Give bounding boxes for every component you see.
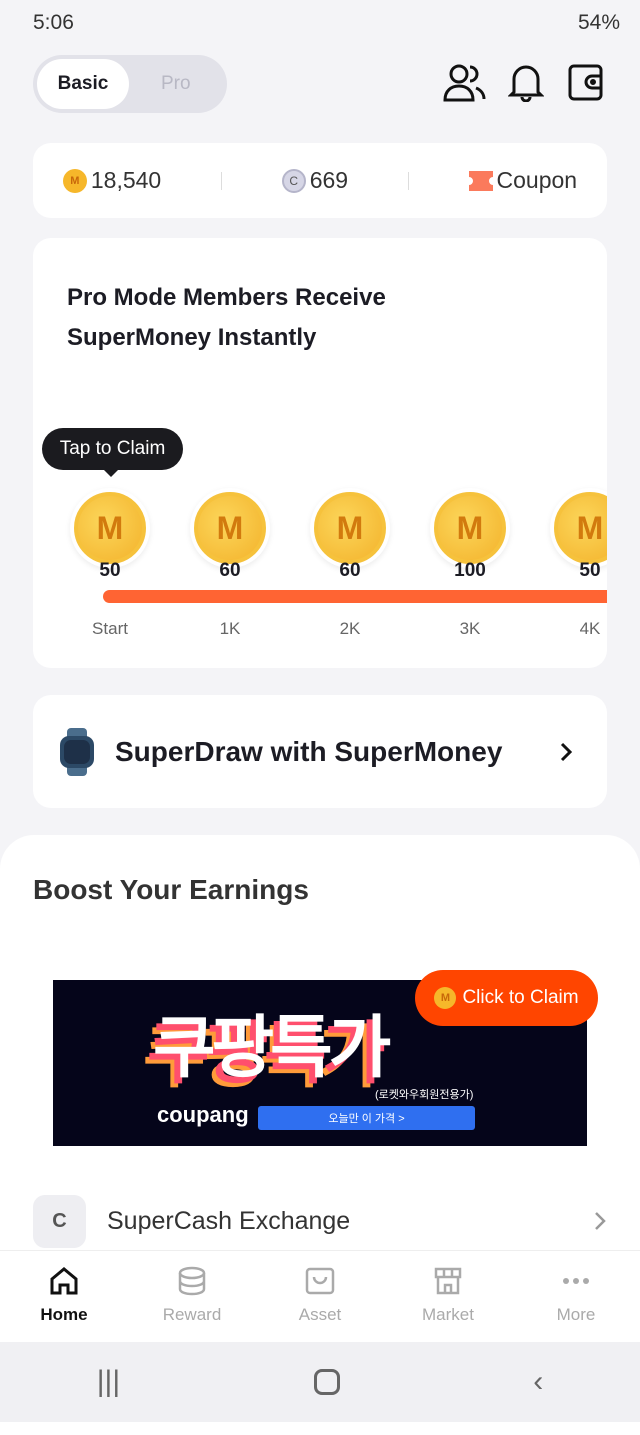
more-icon: [563, 1278, 589, 1284]
status-time: 5:06: [33, 11, 74, 34]
milestone-coin[interactable]: M: [70, 488, 150, 568]
nav-more[interactable]: More: [512, 1251, 640, 1342]
banner-subtitle: (로켓와우회원전용가): [375, 1089, 474, 1101]
supercash-amount: 669: [309, 167, 349, 193]
bottom-nav: Home Reward Asset Market More: [0, 1250, 640, 1342]
milestone-value: 50: [99, 560, 121, 581]
milestone-value: 100: [454, 560, 486, 581]
asset-icon: [305, 1267, 335, 1295]
pro-title: Pro Mode Members Receive SuperMoney Inst…: [67, 284, 386, 351]
nav-label: More: [556, 1305, 596, 1324]
exchange-label: SuperCash Exchange: [107, 1206, 351, 1235]
status-battery: 54%: [577, 11, 620, 34]
supercash-exchange-row[interactable]: C SuperCash Exchange: [33, 1194, 607, 1248]
pro-rewards-card: Pro Mode Members Receive SuperMoney Inst…: [33, 238, 607, 668]
supermoney-coin-icon: M: [74, 492, 146, 564]
supermoney-coin-icon: M: [194, 492, 266, 564]
supermoney-balance[interactable]: M 18,540: [62, 167, 162, 194]
milestone-coin[interactable]: M: [310, 488, 390, 568]
supermoney-amount: 18,540: [90, 167, 162, 193]
milestone-label: 3K: [459, 619, 481, 638]
supercash-coin-icon: C: [281, 168, 306, 193]
milestone-label: 1K: [219, 619, 241, 638]
wallet-icon[interactable]: [568, 64, 604, 102]
supermoney-coin-icon: M: [62, 168, 87, 193]
chevron-right-icon: [560, 742, 573, 761]
coupon-icon: [468, 170, 493, 191]
nav-reward[interactable]: Reward: [128, 1251, 256, 1342]
coupon-label: Coupon: [496, 167, 578, 193]
chevron-right-icon: [595, 1212, 606, 1230]
tap-to-claim-tooltip[interactable]: Tap to Claim: [42, 428, 183, 477]
friends-icon[interactable]: [443, 62, 487, 102]
boost-title: Boost Your Earnings: [33, 874, 309, 905]
supercash-balance[interactable]: C 669: [281, 167, 349, 194]
nav-label: Reward: [162, 1305, 222, 1324]
nav-home[interactable]: Home: [0, 1251, 128, 1342]
coupang-logo: coupang: [157, 1102, 249, 1127]
mode-basic[interactable]: Basic: [37, 59, 129, 109]
exchange-icon: C: [33, 1194, 86, 1248]
mode-pro[interactable]: Pro: [161, 73, 191, 95]
superdraw-label: SuperDraw with SuperMoney: [115, 735, 503, 767]
mode-toggle[interactable]: Basic Pro: [33, 55, 227, 113]
balance-card: M 18,540 C 669 Coupon: [33, 143, 607, 218]
milestone-coin[interactable]: M: [550, 488, 607, 568]
milestone-coin[interactable]: M: [430, 488, 510, 568]
back-button[interactable]: ‹: [533, 1365, 543, 1399]
divider: [407, 171, 409, 190]
nav-asset[interactable]: Asset: [256, 1251, 384, 1342]
supermoney-coin-icon: M: [314, 492, 386, 564]
nav-label: Asset: [298, 1305, 342, 1324]
bell-icon[interactable]: [508, 62, 544, 102]
progress-bar: [103, 590, 607, 603]
nav-label: Home: [40, 1305, 88, 1324]
home-system-button[interactable]: [313, 1369, 340, 1395]
supermoney-coin-icon: M: [434, 492, 506, 564]
milestone-label: Start: [92, 619, 128, 638]
coins-icon: [178, 1266, 206, 1296]
divider: [220, 171, 222, 190]
store-icon: [434, 1267, 462, 1295]
recent-apps-button[interactable]: |||: [97, 1365, 120, 1399]
superdraw-button[interactable]: SuperDraw with SuperMoney: [33, 695, 607, 808]
banner-cta[interactable]: 오늘만 이 가격 >: [258, 1106, 475, 1130]
click-to-claim-button[interactable]: M Click to Claim: [415, 970, 598, 1026]
milestone-value: 60: [339, 560, 361, 581]
milestone-coin[interactable]: M: [190, 488, 270, 568]
coupon-button[interactable]: Coupon: [468, 167, 578, 194]
milestone-value: 60: [219, 560, 241, 581]
watch-icon: [60, 727, 94, 776]
home-icon: [50, 1267, 78, 1295]
claim-label: Click to Claim: [462, 987, 579, 1008]
milestone-value: 50: [579, 560, 601, 581]
banner-headline: 쿠팡특가: [153, 1010, 391, 1086]
supermoney-coin-icon: M: [554, 492, 607, 564]
milestone-label: 2K: [339, 619, 361, 638]
system-nav: ||| ‹: [0, 1342, 640, 1422]
nav-label: Market: [422, 1305, 474, 1324]
milestone-label: 4K: [579, 619, 601, 638]
status-bar: 5:06 54%: [0, 0, 640, 48]
supermoney-coin-icon: M: [434, 987, 457, 1009]
nav-market[interactable]: Market: [384, 1251, 512, 1342]
